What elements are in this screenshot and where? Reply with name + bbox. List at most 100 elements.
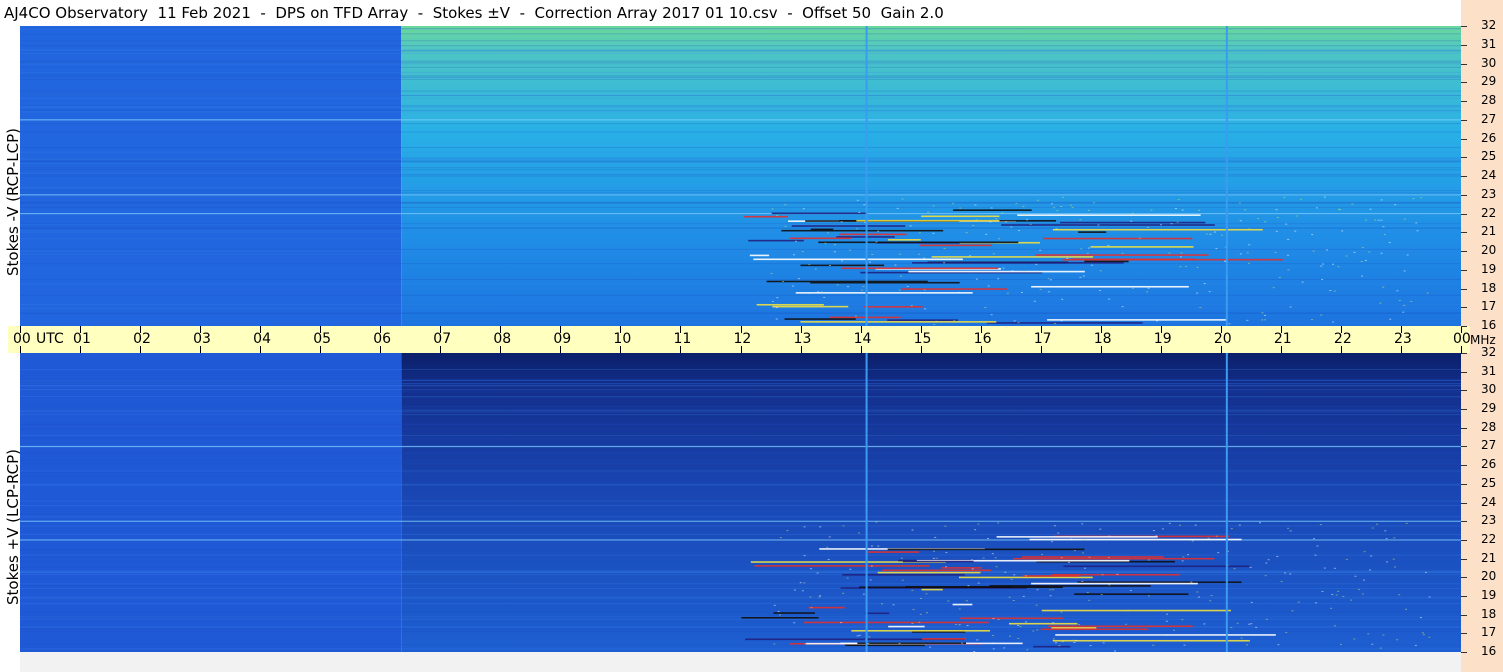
speckle <box>1261 319 1264 321</box>
speckle <box>1098 290 1101 292</box>
speckle <box>868 636 871 638</box>
speckle <box>770 272 773 274</box>
speckle <box>1005 221 1008 223</box>
speckle <box>1374 219 1377 221</box>
mhz-tick-mark <box>1461 595 1467 597</box>
speckle <box>1147 287 1150 289</box>
speckle <box>1049 595 1052 597</box>
speckle <box>1010 226 1013 228</box>
mhz-tick-label: 24 <box>1481 494 1497 509</box>
speckle <box>1332 321 1335 323</box>
speckle <box>975 278 978 280</box>
speckle <box>1368 569 1371 571</box>
streak <box>20 66 1461 68</box>
streak <box>20 157 1461 159</box>
interference-trace <box>959 576 1093 579</box>
speckle <box>1284 572 1287 574</box>
utc-tick-mark <box>1040 326 1042 333</box>
interference-trace <box>744 215 789 218</box>
mhz-tick-mark <box>1461 288 1467 290</box>
streak <box>20 131 1461 133</box>
utc-tick-mark <box>1100 346 1102 353</box>
streak <box>20 561 1461 563</box>
speckle <box>1301 281 1304 283</box>
streak <box>20 307 1461 309</box>
mhz-tick-mark <box>1461 409 1467 411</box>
speckle <box>1261 312 1264 314</box>
utc-tick-label: 17 <box>1033 331 1052 347</box>
speckle <box>1181 209 1184 211</box>
speckle <box>880 603 883 605</box>
streak <box>20 470 1461 472</box>
speckle <box>1424 571 1427 573</box>
utc-tick-mark <box>320 346 322 353</box>
interference-trace <box>800 264 885 267</box>
utc-tick-mark <box>80 326 82 333</box>
speckle <box>970 559 973 561</box>
streak <box>20 368 1461 370</box>
speckle <box>777 610 780 612</box>
interference-trace <box>940 567 982 569</box>
speckle <box>1155 535 1158 537</box>
speckle <box>858 634 861 636</box>
utc-tick-mark <box>980 346 982 353</box>
mhz-tick-mark <box>1461 26 1467 27</box>
streak <box>20 385 1461 387</box>
speckle <box>967 585 970 587</box>
speckle <box>1420 197 1423 199</box>
speckle <box>1107 556 1110 558</box>
streak <box>20 588 1461 590</box>
speckle <box>1131 212 1134 214</box>
speckle <box>965 232 968 234</box>
streak <box>20 513 1461 515</box>
interference-trace <box>789 237 852 240</box>
speckle <box>856 199 859 201</box>
speckle <box>1369 208 1372 210</box>
speckle <box>792 285 795 287</box>
interference-trace <box>839 233 907 236</box>
utc-tick-mark <box>920 326 922 333</box>
utc-tick-label: 01 <box>73 331 91 347</box>
utc-tick-label: 09 <box>553 331 572 347</box>
speckle <box>1394 566 1397 568</box>
speckle <box>1300 198 1303 200</box>
mhz-tick-label: 28 <box>1481 419 1497 434</box>
mhz-tick-label: 29 <box>1481 401 1497 416</box>
speckle <box>1276 216 1279 218</box>
interference-trace <box>864 306 923 308</box>
speckle <box>1274 251 1277 253</box>
speckle <box>1368 251 1371 253</box>
interference-trace <box>989 585 1151 587</box>
utc-unit-label: UTC <box>36 331 64 347</box>
utc-tick-mark <box>680 326 682 333</box>
interference-trace <box>887 319 959 321</box>
streak <box>20 107 1461 109</box>
speckle <box>815 321 818 323</box>
utc-tick-mark <box>500 326 502 333</box>
speckle <box>793 589 796 591</box>
streak <box>20 396 1461 398</box>
speckle <box>1146 226 1149 228</box>
speckle <box>1203 283 1206 285</box>
speckle <box>1108 584 1111 586</box>
speckle <box>1108 298 1111 300</box>
speckle <box>958 608 961 610</box>
streak <box>20 630 1461 632</box>
utc-tick-label: 11 <box>673 331 692 347</box>
utc-tick-mark <box>1160 346 1162 353</box>
speckle <box>1108 535 1111 537</box>
speckle <box>1196 266 1199 268</box>
speckle <box>955 624 958 626</box>
speckle <box>1152 530 1155 532</box>
speckle <box>1127 610 1130 612</box>
speckle <box>1024 575 1027 577</box>
speckle <box>1246 252 1249 254</box>
speckle <box>1207 537 1210 539</box>
speckle <box>1255 626 1258 628</box>
speckle <box>984 307 987 309</box>
utc-tick-label: 16 <box>973 331 992 347</box>
utc-tick-mark <box>1220 346 1222 353</box>
interference-trace <box>857 642 966 645</box>
speckle <box>1079 276 1082 278</box>
speckle <box>840 622 843 624</box>
